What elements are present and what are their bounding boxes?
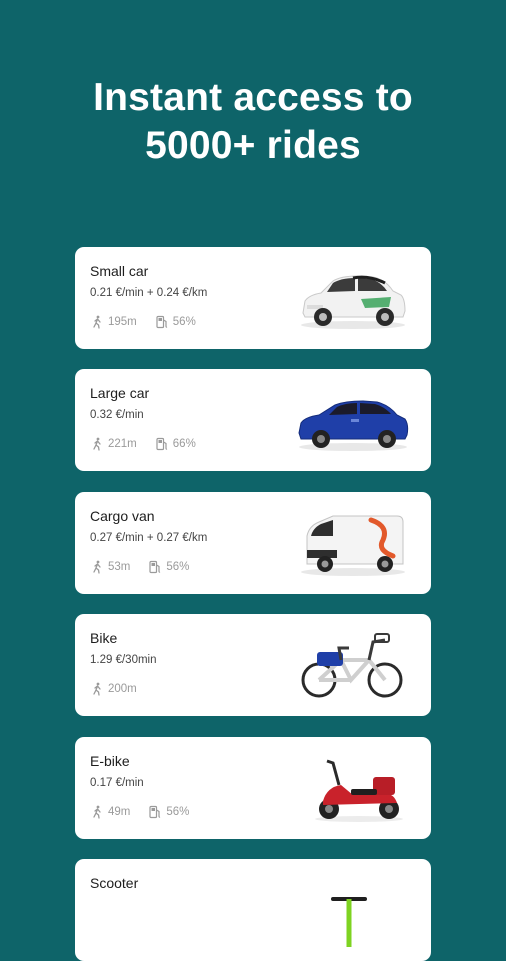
walking-icon xyxy=(90,315,104,329)
vehicle-card-cargo-van[interactable]: Cargo van 0.27 €/min + 0.27 €/km 53m 56% xyxy=(75,492,431,594)
fuel-icon xyxy=(148,560,162,574)
vehicle-distance: 221m xyxy=(108,438,137,450)
vehicle-fuel-level: 66% xyxy=(172,438,196,450)
fuel-icon xyxy=(155,315,169,329)
walking-icon xyxy=(90,682,104,696)
vehicle-title: Large car xyxy=(90,385,150,401)
vehicle-distance: 53m xyxy=(108,561,131,573)
vehicle-meta: 49m 56% xyxy=(90,805,189,819)
vehicle-meta: 200m xyxy=(90,682,137,696)
walking-icon xyxy=(90,560,104,574)
page-headline: Instant access to 5000+ rides xyxy=(0,74,506,170)
fuel-icon xyxy=(148,805,162,819)
walking-icon xyxy=(90,437,104,451)
vehicle-card-large-car[interactable]: Large car 0.32 €/min 221m 66% xyxy=(75,369,431,471)
large-car-image xyxy=(293,383,411,457)
headline-line-2: 5000+ rides xyxy=(145,124,361,167)
small-car-image xyxy=(293,261,411,335)
vehicle-title: Bike xyxy=(90,630,118,646)
vehicle-distance: 195m xyxy=(108,316,137,328)
vehicle-title: Cargo van xyxy=(90,508,155,524)
vehicle-price: 0.27 €/min + 0.27 €/km xyxy=(90,532,208,544)
fuel-icon xyxy=(155,437,169,451)
cargo-van-image xyxy=(293,506,411,580)
vehicle-card-e-bike[interactable]: E-bike 0.17 €/min 49m 56% xyxy=(75,737,431,839)
vehicle-fuel-level: 56% xyxy=(166,806,190,818)
vehicle-price: 0.21 €/min + 0.24 €/km xyxy=(90,287,208,299)
vehicle-meta: 53m 56% xyxy=(90,560,189,574)
vehicle-meta: 195m 56% xyxy=(90,315,196,329)
scooter-image xyxy=(293,873,411,947)
vehicle-meta: 221m 66% xyxy=(90,437,196,451)
vehicle-title: E-bike xyxy=(90,753,130,769)
headline-line-1: Instant access to xyxy=(93,76,413,119)
e-bike-image xyxy=(293,751,411,825)
vehicle-price: 0.32 €/min xyxy=(90,409,144,421)
vehicle-distance: 49m xyxy=(108,806,131,818)
vehicle-card-scooter[interactable]: Scooter xyxy=(75,859,431,961)
walking-icon xyxy=(90,805,104,819)
vehicle-card-small-car[interactable]: Small car 0.21 €/min + 0.24 €/km 195m 56… xyxy=(75,247,431,349)
vehicle-price: 0.17 €/min xyxy=(90,777,144,789)
vehicle-fuel-level: 56% xyxy=(166,561,190,573)
vehicle-title: Scooter xyxy=(90,875,139,891)
vehicle-card-bike[interactable]: Bike 1.29 €/30min 200m xyxy=(75,614,431,716)
vehicle-price: 1.29 €/30min xyxy=(90,654,157,666)
vehicle-distance: 200m xyxy=(108,683,137,695)
vehicle-title: Small car xyxy=(90,263,149,279)
vehicle-fuel-level: 56% xyxy=(172,316,196,328)
bike-image xyxy=(293,628,411,702)
